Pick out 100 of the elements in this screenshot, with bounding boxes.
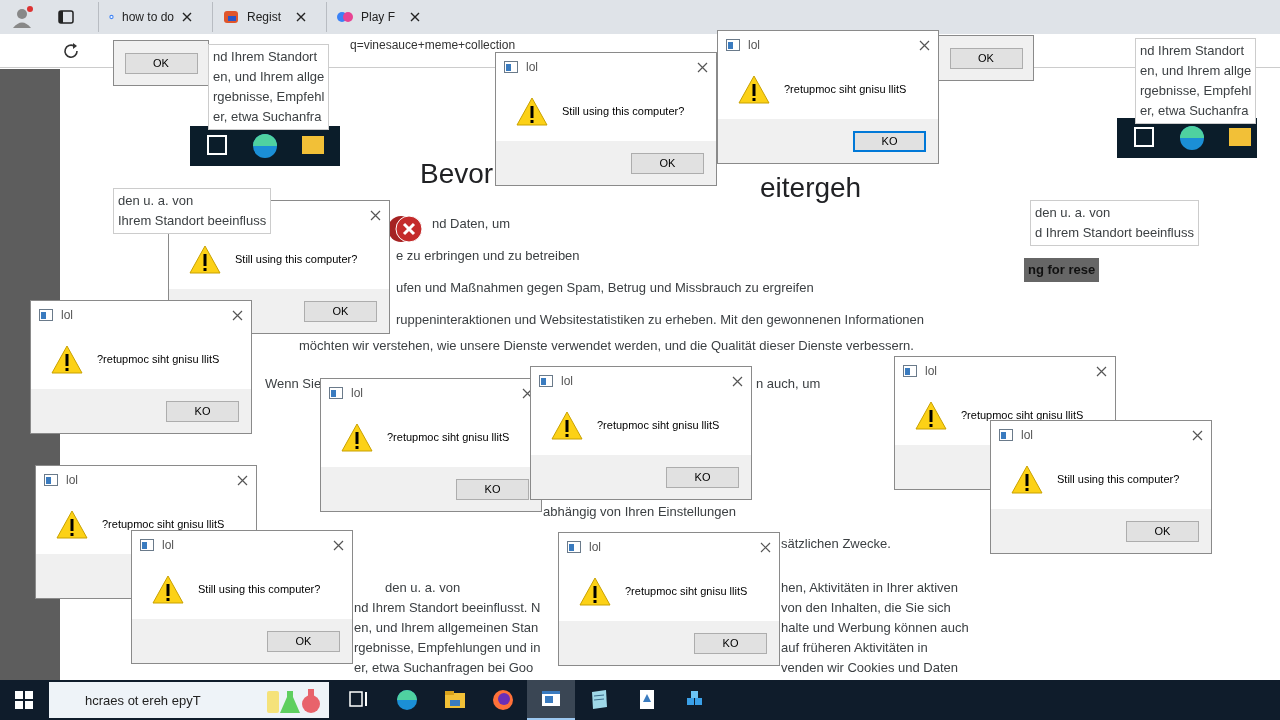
page-text: er, etwa Suchanfragen bei Goo [354,660,534,675]
tab-favicon-icon [223,9,239,25]
page-text: en, und Ihrem allge [213,68,325,86]
page-text: abhängig von Ihren Einstellungen [543,504,736,519]
close-icon[interactable] [410,12,420,22]
app-icon [44,474,58,486]
close-icon[interactable] [760,541,771,553]
close-icon[interactable] [522,387,533,399]
close-icon[interactable] [296,12,306,22]
dialog-message: Still using this computer? [198,583,321,595]
close-icon[interactable] [333,539,344,551]
window-title: lol [1021,428,1034,442]
dialog-message: Still using this computer? [1057,473,1180,485]
window-title: lol [589,540,602,554]
close-icon[interactable] [232,309,243,321]
page-text: den u. a. von [118,192,195,210]
page-text: n auch, um [756,376,821,391]
dialog-message: ?retupmoc siht gnisu llitS [597,419,720,431]
browser-tab[interactable]: Play F [326,2,430,32]
page-text: d Ihrem Standort beeinfluss [1035,224,1194,242]
page-text: möchten wir verstehen, wie unsere Dienste verwendet werden, und die Qualität dieser Dienste verbessern. [299,338,914,353]
app-icon [567,541,581,553]
page-text: nd Ihrem Standort [213,48,319,66]
close-icon[interactable] [697,61,708,73]
warning-icon [51,343,83,375]
page-text: en, und Ihrem allge [1140,62,1252,80]
dialog-button[interactable]: OK [267,630,340,652]
dialog-button[interactable]: KO [456,478,529,500]
page-text: den u. a. von [385,580,461,595]
start-icon [15,691,33,709]
warning-icon [915,399,947,431]
page-text: von den Inhalten, die Sie sich [781,600,951,615]
close-icon[interactable] [1192,429,1203,441]
warning-icon [738,73,770,105]
dialog-button[interactable]: OK [631,152,704,174]
warning-icon [341,421,373,453]
warning-icon [579,575,611,607]
app-icon [726,39,740,51]
app-icon [39,309,53,321]
window-title: lol [351,386,364,400]
dialog-message: ?retupmoc siht gnisu llitS [784,83,907,95]
window-title: lol [61,308,74,322]
dialog-button[interactable]: KO [166,400,239,422]
page-text: rgebnisse, Empfehlungen und in [354,640,541,655]
dialog-button[interactable]: OK [1126,520,1199,542]
dialog-message: ?retupmoc siht gnisu llitS [961,409,1084,421]
warning-icon [56,508,88,540]
page-text: halte und Werbung können auch [781,620,969,635]
window-title: lol [925,364,938,378]
dialog-message: ?retupmoc siht gnisu llitS [102,518,225,530]
dialog-button[interactable]: OK [949,47,1023,69]
page-text: er, etwa Suchanfra [1140,102,1250,120]
page-text: nd Daten, um [432,216,511,231]
dialog-button[interactable]: KO [694,632,767,654]
profile-icon [10,5,34,29]
dialog-button[interactable]: KO [853,130,926,152]
warning-icon [152,573,184,605]
page-text: en, und Ihrem allgemeinen Stan [354,620,539,635]
taskbar-app-icon[interactable] [527,680,575,720]
browser-tab[interactable]: how to do [98,2,202,32]
page-text: auf früheren Aktivitäten in [781,640,928,655]
page-text: e zu erbringen und zu betreiben [396,248,580,263]
search-field[interactable]: hcraes ot ereh epyT [49,682,329,718]
dialog-button[interactable]: OK [304,300,377,322]
window-title: lol [748,38,761,52]
page-text: rgebnisse, Empfehl [213,88,325,106]
dialog-button[interactable]: KO [666,466,739,488]
dialog-button[interactable]: OK [124,52,198,74]
close-icon[interactable] [237,474,248,486]
dialog-message: ?retupmoc siht gnisu llitS [625,585,748,597]
window-title: lol [162,538,175,552]
window-title: lol [66,473,79,487]
app-icon [903,365,917,377]
page-text: er, etwa Suchanfra [213,108,323,126]
close-icon[interactable] [1096,365,1107,377]
close-icon[interactable] [370,209,381,221]
close-icon[interactable] [732,375,743,387]
dialog-message: ?retupmoc siht gnisu llitS [97,353,220,365]
browser-tab[interactable]: Regist [212,2,316,32]
close-icon[interactable] [182,12,192,22]
app-icon [504,61,518,73]
dialog-message: ?retupmoc siht gnisu llitS [387,431,510,443]
page-text: ruppeninteraktionen und Websitestatistiken zu erheben. Mit den gewonnenen Informationen [396,312,925,327]
warning-icon [189,243,221,275]
app-icon [329,387,343,399]
app-icon [539,375,553,387]
page-text: venden wir Cookies und Daten [781,660,959,675]
url-field[interactable]: q=vinesauce+meme+collection [350,38,516,52]
page-text: den u. a. von [1035,204,1112,222]
app-icon [999,429,1013,441]
close-icon[interactable] [919,39,930,51]
warning-icon [1011,463,1043,495]
dialog-message: Still using this computer? [235,253,358,265]
page-text: Wenn Sie [265,376,322,391]
dialog-message: Still using this computer? [562,105,685,117]
page-text: Ihrem Standort beeinfluss [118,212,267,230]
page-heading: eitergeh [760,172,862,204]
page-text: rgebnisse, Empfehl [1140,82,1252,100]
page-text: sätzlichen Zwecke. [781,536,891,551]
page-text: ng for rese [1028,261,1096,279]
